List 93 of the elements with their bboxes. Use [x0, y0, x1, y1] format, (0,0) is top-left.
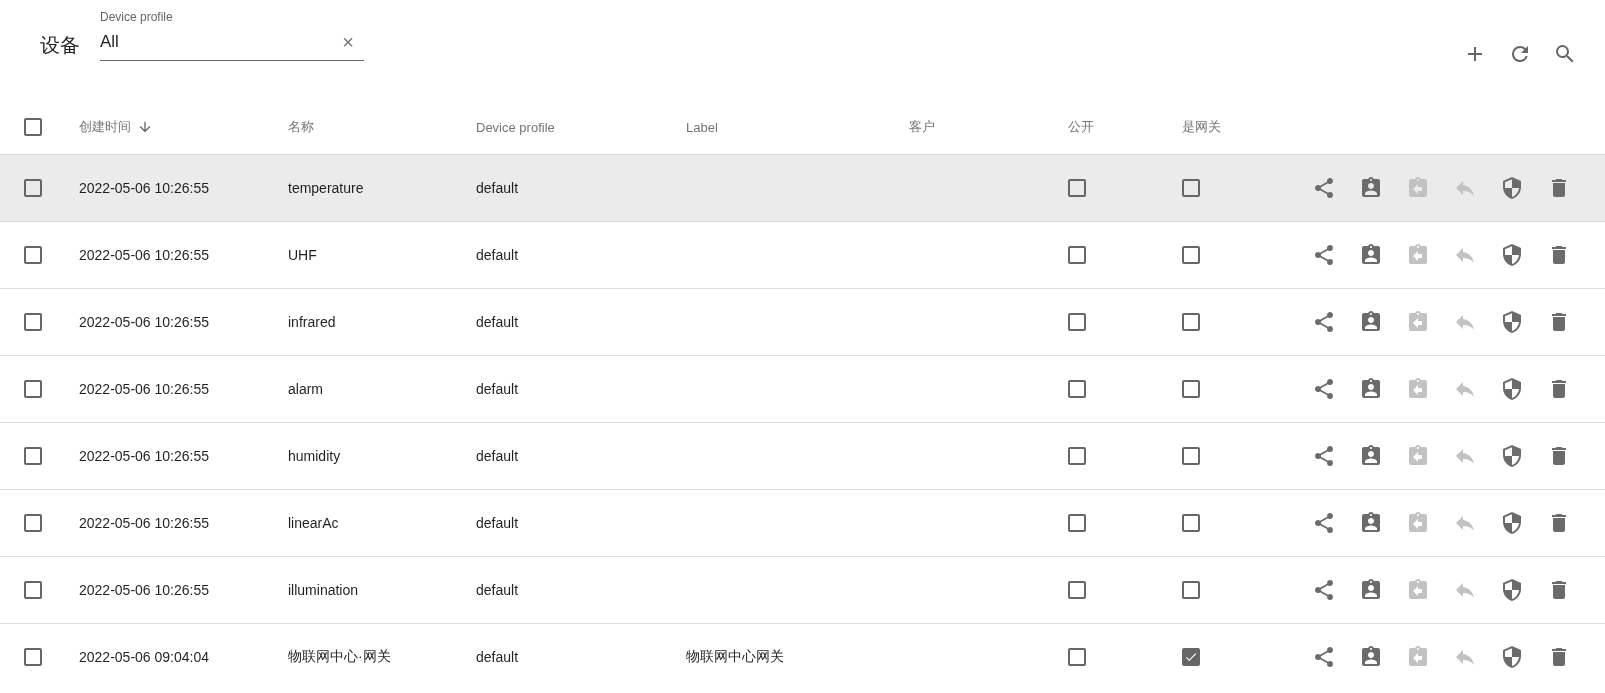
checkbox[interactable] — [24, 447, 42, 465]
shield-icon[interactable] — [1500, 243, 1524, 267]
column-header[interactable]: 创建时间 — [79, 118, 131, 136]
clipboard-person-icon[interactable] — [1359, 310, 1383, 334]
share-icon[interactable] — [1312, 444, 1336, 468]
column-header[interactable]: 名称 — [288, 118, 314, 136]
column-header[interactable]: 是网关 — [1182, 118, 1221, 136]
table-row[interactable]: 2022-05-06 10:26:55 humidity default — [0, 422, 1605, 489]
table-cell: default — [476, 515, 519, 531]
table-cell: infrared — [288, 314, 336, 330]
column-header[interactable]: Device profile — [476, 119, 555, 135]
checkbox[interactable] — [1182, 447, 1200, 465]
share-icon[interactable] — [1312, 645, 1336, 669]
column-header[interactable]: 客户 — [909, 118, 935, 136]
table-cell: default — [476, 180, 519, 196]
shield-icon[interactable] — [1500, 645, 1524, 669]
table-row[interactable]: 2022-05-06 10:26:55 illumination default — [0, 556, 1605, 623]
table-cell: 物联网中心·网关 — [288, 648, 391, 664]
clipboard-person-icon[interactable] — [1359, 645, 1383, 669]
table-cell: default — [476, 448, 519, 464]
share-icon[interactable] — [1312, 578, 1336, 602]
clipboard-person-icon[interactable] — [1359, 176, 1383, 200]
table-cell: linearAc — [288, 515, 339, 531]
checkbox[interactable] — [24, 514, 42, 532]
checkbox[interactable] — [1182, 179, 1200, 197]
table-cell: default — [476, 314, 519, 330]
table-cell: 2022-05-06 10:26:55 — [79, 448, 209, 464]
checkbox[interactable] — [1182, 380, 1200, 398]
shield-icon[interactable] — [1500, 310, 1524, 334]
checkbox[interactable] — [1068, 581, 1086, 599]
checkbox[interactable] — [1182, 648, 1200, 666]
device-profile-field[interactable]: Device profile All × — [100, 10, 364, 61]
table-row[interactable]: 2022-05-06 09:04:04 物联网中心·网关 default 物联网中心网关 — [0, 623, 1605, 690]
checkbox[interactable] — [24, 246, 42, 264]
table-row[interactable]: 2022-05-06 10:26:55 alarm default — [0, 355, 1605, 422]
checkbox[interactable] — [1068, 648, 1086, 666]
share-icon[interactable] — [1312, 176, 1336, 200]
checkbox[interactable] — [24, 581, 42, 599]
table-cell: alarm — [288, 381, 323, 397]
checkbox[interactable] — [1182, 246, 1200, 264]
checkbox[interactable] — [1068, 514, 1086, 532]
clipboard-person-icon[interactable] — [1359, 377, 1383, 401]
shield-icon[interactable] — [1500, 444, 1524, 468]
table-row[interactable]: 2022-05-06 10:26:55 temperature default — [0, 154, 1605, 221]
table-cell: illumination — [288, 582, 359, 598]
table-cell: temperature — [288, 180, 364, 196]
checkbox[interactable] — [24, 313, 42, 331]
table-row[interactable]: 2022-05-06 10:26:55 linearAc default — [0, 489, 1605, 556]
clipboard-person-icon[interactable] — [1359, 444, 1383, 468]
column-header[interactable]: 公开 — [1068, 118, 1094, 136]
share-icon[interactable] — [1312, 310, 1336, 334]
select-all-checkbox[interactable] — [24, 118, 42, 136]
clipboard-person-icon[interactable] — [1359, 243, 1383, 267]
column-header[interactable]: Label — [686, 119, 718, 135]
checkbox[interactable] — [24, 648, 42, 666]
shield-icon[interactable] — [1500, 578, 1524, 602]
table-cell: default — [476, 247, 519, 263]
checkbox[interactable] — [24, 380, 42, 398]
checkbox[interactable] — [24, 179, 42, 197]
checkbox[interactable] — [1068, 380, 1086, 398]
clipboard-person-icon[interactable] — [1359, 578, 1383, 602]
checkbox[interactable] — [1068, 313, 1086, 331]
table-cell: default — [476, 582, 519, 598]
clear-button[interactable]: × — [336, 29, 364, 55]
clipboard-person-icon[interactable] — [1359, 511, 1383, 535]
page-title: 设备 — [40, 33, 80, 58]
table-cell: humidity — [288, 448, 341, 464]
table-cell: 物联网中心网关 — [686, 648, 784, 664]
table-row[interactable]: 2022-05-06 10:26:55 UHF default — [0, 221, 1605, 288]
table-cell: 2022-05-06 10:26:55 — [79, 515, 209, 531]
table-cell: default — [476, 381, 519, 397]
checkbox[interactable] — [1068, 447, 1086, 465]
table-cell: 2022-05-06 10:26:55 — [79, 582, 209, 598]
checkbox[interactable] — [1068, 179, 1086, 197]
share-icon[interactable] — [1312, 377, 1336, 401]
share-icon[interactable] — [1312, 511, 1336, 535]
table-cell: 2022-05-06 10:26:55 — [79, 247, 209, 263]
table-cell: 2022-05-06 10:26:55 — [79, 381, 209, 397]
shield-icon[interactable] — [1500, 176, 1524, 200]
checkbox[interactable] — [1182, 313, 1200, 331]
shield-icon[interactable] — [1500, 511, 1524, 535]
table-cell: UHF — [288, 247, 317, 263]
table-cell: 2022-05-06 09:04:04 — [79, 649, 209, 665]
checkbox[interactable] — [1182, 514, 1200, 532]
shield-icon[interactable] — [1500, 377, 1524, 401]
checkbox[interactable] — [1182, 581, 1200, 599]
checkbox[interactable] — [1068, 246, 1086, 264]
table-cell: 2022-05-06 10:26:55 — [79, 180, 209, 196]
share-icon[interactable] — [1312, 243, 1336, 267]
table-row[interactable]: 2022-05-06 10:26:55 infrared default — [0, 288, 1605, 355]
table-cell: 2022-05-06 10:26:55 — [79, 314, 209, 330]
check-icon — [1184, 650, 1198, 664]
table-cell: default — [476, 649, 519, 665]
